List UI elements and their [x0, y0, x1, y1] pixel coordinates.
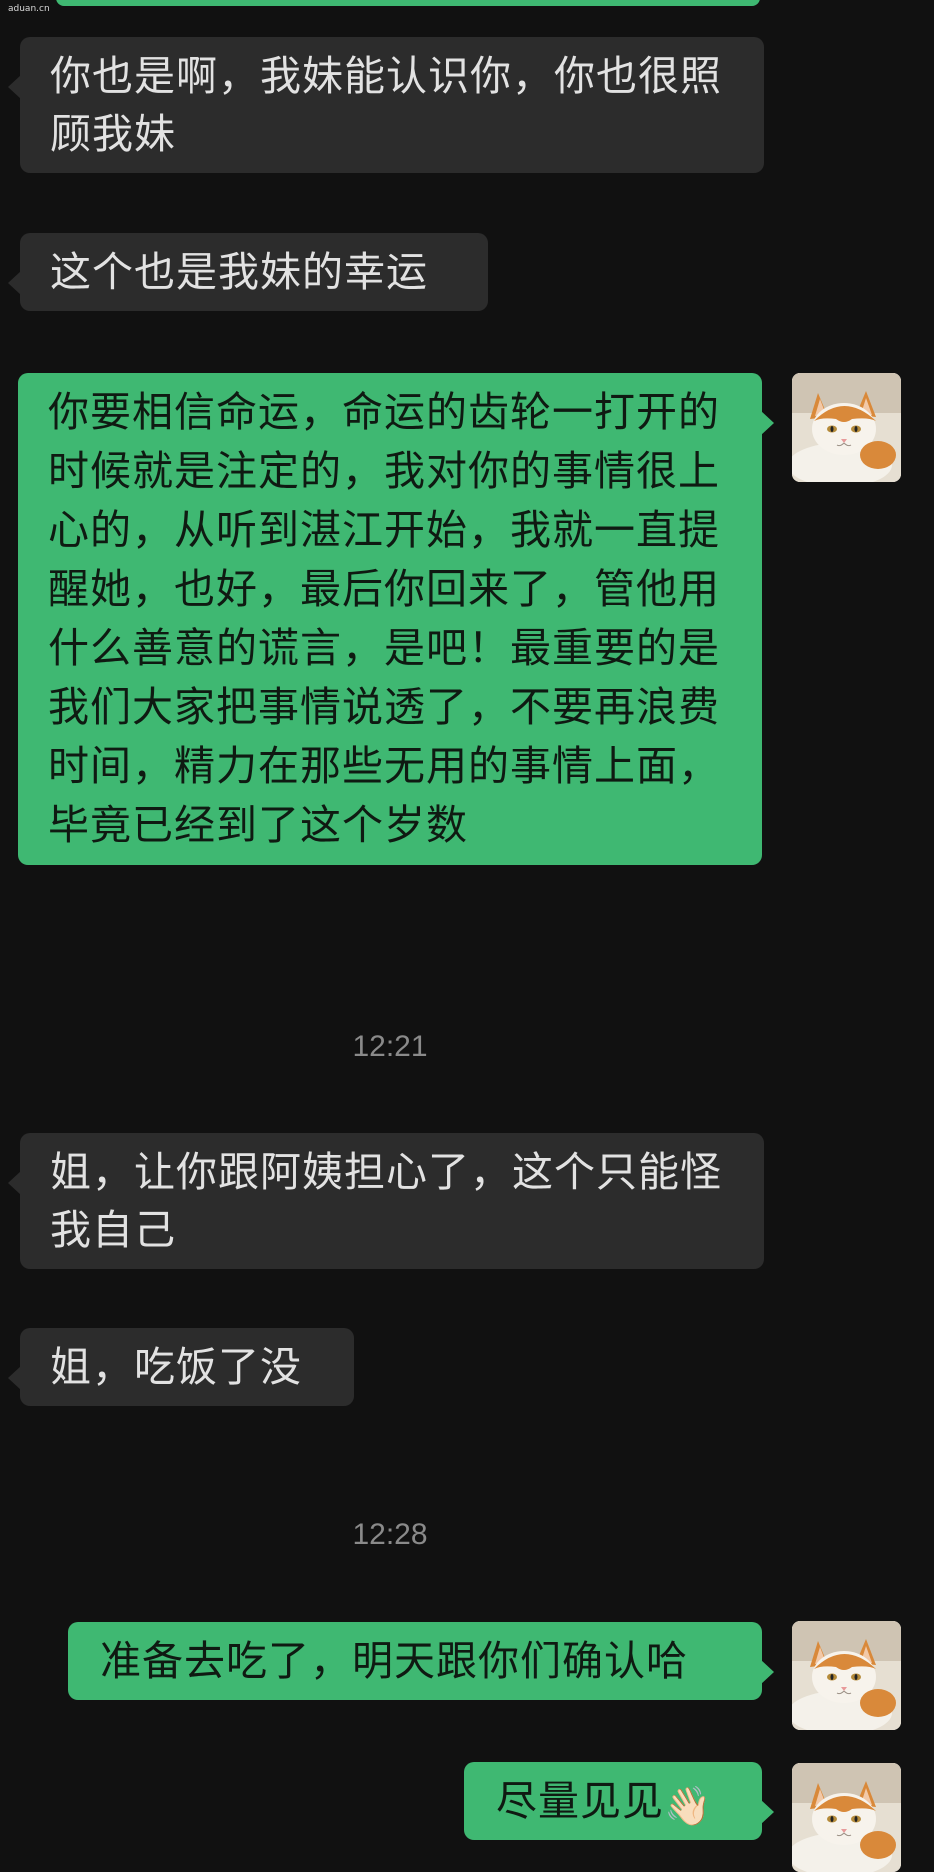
avatar[interactable]	[792, 1621, 901, 1730]
previous-message-bubble[interactable]	[56, 0, 760, 6]
message-text: 准备去吃了，明天跟你们确认哈	[100, 1637, 688, 1685]
cat-avatar-icon	[792, 1763, 901, 1872]
message-text: 你要相信命运，命运的齿轮一打开的时候就是注定的，我对你的事情很上心的，从听到湛江…	[48, 388, 720, 849]
avatar[interactable]	[792, 1763, 901, 1872]
message-bubble-outgoing[interactable]: 你要相信命运，命运的齿轮一打开的时候就是注定的，我对你的事情很上心的，从听到湛江…	[18, 373, 774, 865]
message-bubble-incoming[interactable]: 姐，吃饭了没	[8, 1328, 354, 1406]
avatar[interactable]	[792, 373, 901, 482]
message-bubble-incoming[interactable]: 你也是啊，我妹能认识你，你也很照顾我妹	[8, 37, 764, 173]
message-text: 这个也是我妹的幸运	[50, 248, 428, 296]
message-bubble-outgoing[interactable]: 尽量见见👋🏻	[464, 1762, 774, 1840]
timestamp: 12:21	[352, 1030, 428, 1063]
message-text: 姐，让你跟阿姨担心了，这个只能怪我自己	[50, 1148, 722, 1254]
message-text: 姐，吃饭了没	[50, 1343, 302, 1391]
message-text: 尽量见见	[496, 1777, 664, 1825]
message-bubble-incoming[interactable]: 这个也是我妹的幸运	[8, 233, 488, 311]
watermark: aduan.cn	[8, 4, 50, 14]
cat-avatar-icon	[792, 1621, 901, 1730]
message-bubble-incoming[interactable]: 姐，让你跟阿姨担心了，这个只能怪我自己	[8, 1133, 764, 1269]
cat-avatar-icon	[792, 373, 901, 482]
timestamp: 12:28	[352, 1518, 428, 1551]
waving-hand-icon: 👋🏻	[664, 1784, 713, 1828]
message-bubble-outgoing[interactable]: 准备去吃了，明天跟你们确认哈	[68, 1622, 774, 1700]
message-text: 你也是啊，我妹能认识你，你也很照顾我妹	[50, 52, 722, 158]
